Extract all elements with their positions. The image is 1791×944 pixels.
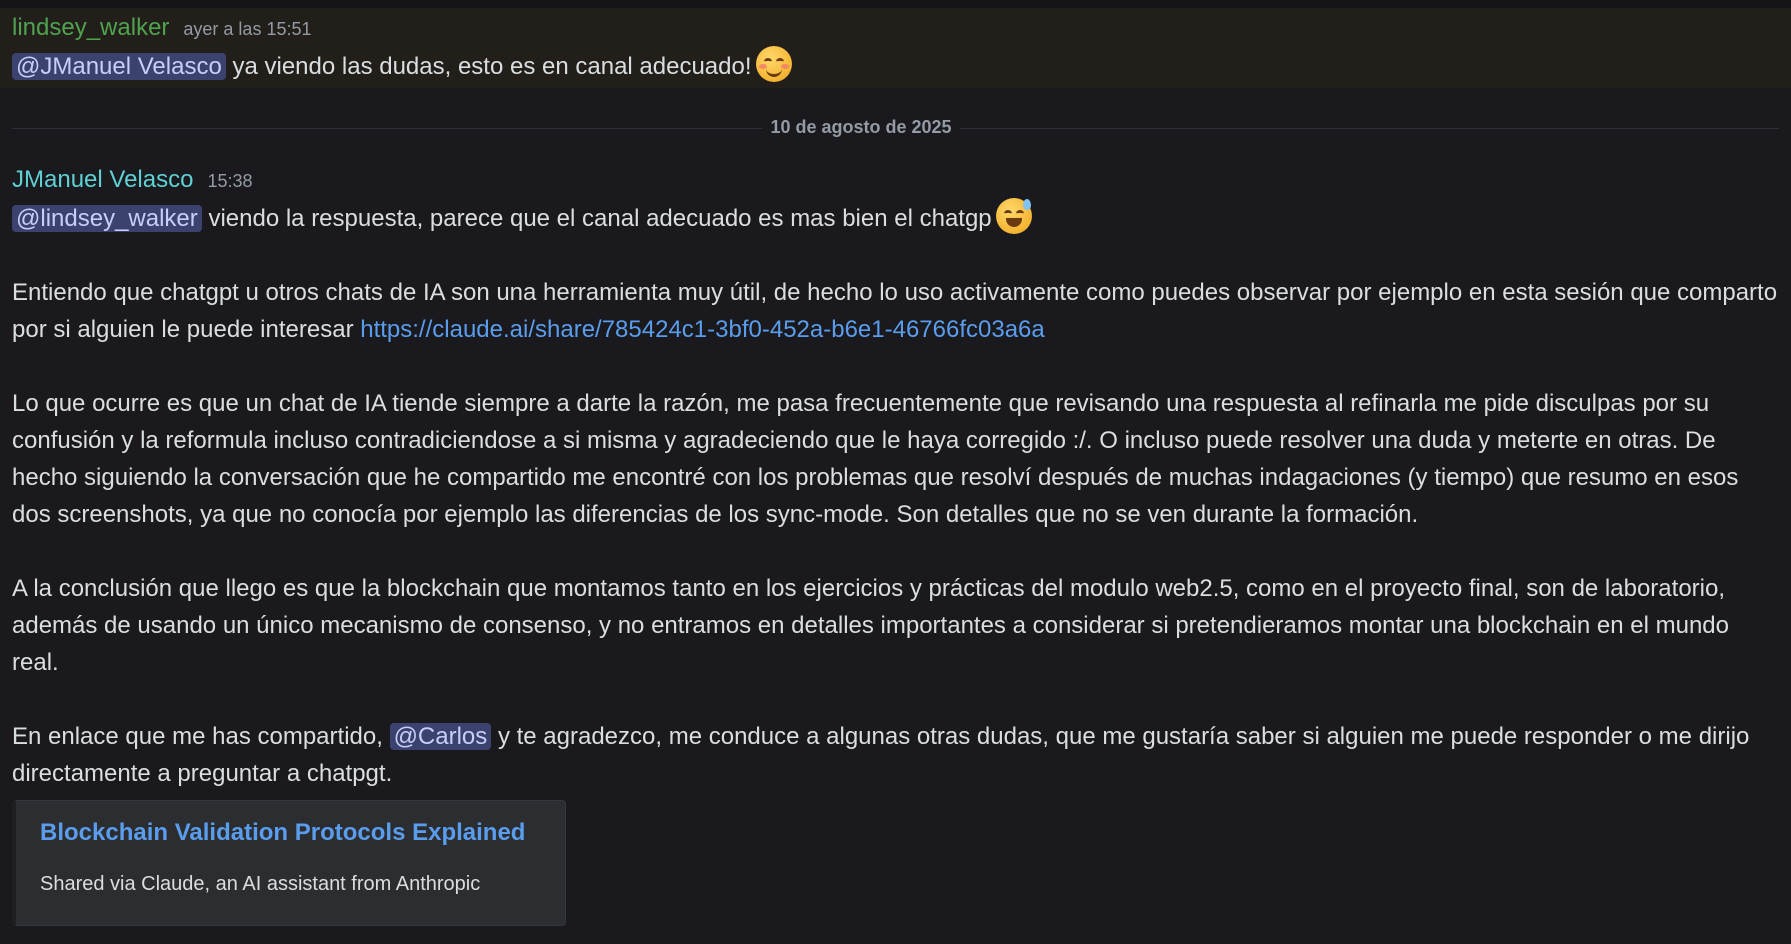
message-text: En enlace que me has compartido, (12, 723, 390, 750)
paragraph-1: @lindsey_walker viendo la respuesta, par… (12, 198, 1779, 237)
user-mention[interactable]: @lindsey_walker (12, 205, 202, 232)
smiling-face-emoji-icon (755, 46, 792, 82)
message-content: @lindsey_walker viendo la respuesta, par… (12, 198, 1779, 792)
user-mention[interactable]: @Carlos (389, 723, 492, 750)
link-embed: Blockchain Validation Protocols Explaine… (12, 800, 566, 926)
share-link[interactable]: https://claude.ai/share/785424c1-3bf0-45… (360, 316, 1045, 343)
message-text: ya viendo las dudas, esto es en canal ad… (225, 53, 752, 80)
paragraph-4: A la conclusión que llego es que la bloc… (12, 575, 1729, 676)
sweat-smile-emoji-icon (995, 198, 1032, 234)
message-header: JManuel Velasco 15:38 (12, 166, 1779, 198)
user-mention[interactable]: @JManuel Velasco (12, 53, 226, 80)
author-name[interactable]: JManuel Velasco (12, 166, 193, 194)
date-divider-label: 10 de agosto de 2025 (762, 117, 960, 137)
paragraph-3: Lo que ocurre es que un chat de IA tiend… (12, 390, 1739, 528)
paragraph-2: Entiendo que chatgpt u otros chats de IA… (12, 274, 1779, 348)
chat-view: lindsey_walker ayer a las 15:51 @JManuel… (0, 0, 1791, 944)
date-divider: 10 de agosto de 2025 (0, 117, 1722, 138)
message-timestamp[interactable]: ayer a las 15:51 (183, 19, 311, 40)
top-edge (0, 0, 1791, 8)
embed-title[interactable]: Blockchain Validation Protocols Explaine… (40, 819, 525, 847)
embed-description: Shared via Claude, an AI assistant from … (40, 873, 481, 895)
message-2: JManuel Velasco 15:38 @lindsey_walker vi… (12, 166, 1779, 792)
message-content: @JManuel Velasco ya viendo las dudas, es… (12, 46, 1779, 85)
author-name[interactable]: lindsey_walker (12, 14, 169, 42)
paragraph-5: En enlace que me has compartido, @Carlos… (12, 718, 1779, 792)
message-1: lindsey_walker ayer a las 15:51 @JManuel… (12, 14, 1779, 85)
message-text: viendo la respuesta, parece que el canal… (201, 205, 992, 232)
message-header: lindsey_walker ayer a las 15:51 (12, 14, 1779, 46)
message-timestamp[interactable]: 15:38 (207, 171, 252, 192)
